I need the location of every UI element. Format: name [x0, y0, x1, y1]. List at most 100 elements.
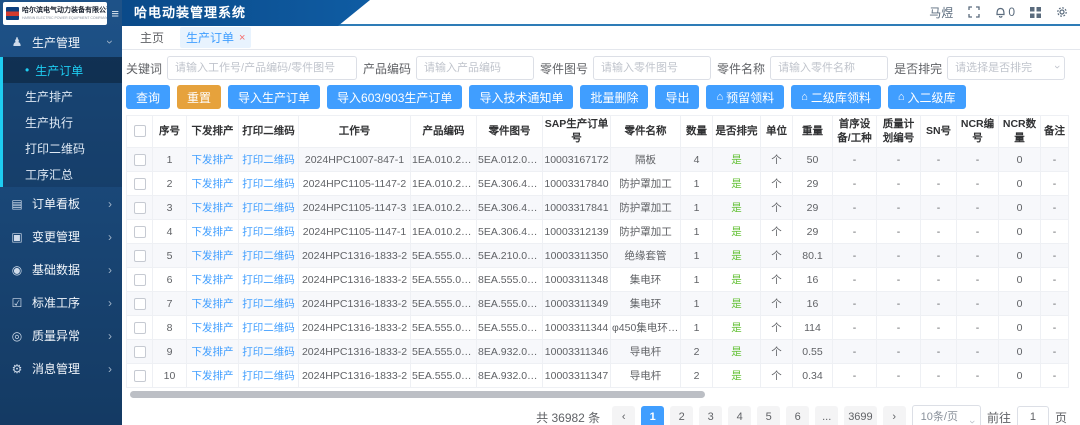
sidebar-item-process-summary[interactable]: • 工序汇总: [3, 161, 122, 187]
qty-cell: 4: [681, 148, 713, 172]
plan-no-cell: -: [877, 220, 921, 244]
sap-order-no-cell: 10003317840: [543, 172, 611, 196]
scrollbar-thumb[interactable]: [130, 391, 705, 398]
part-name-input[interactable]: [770, 56, 888, 80]
sap-order-no-cell: 10003167172: [543, 148, 611, 172]
fullscreen-icon[interactable]: [968, 6, 980, 18]
sidebar-item-print-qrcode[interactable]: • 打印二维码: [3, 135, 122, 161]
dispatch-link[interactable]: 下发排产: [192, 154, 234, 166]
dispatch-link[interactable]: 下发排产: [192, 322, 234, 334]
page-number-button[interactable]: 4: [728, 406, 751, 425]
remark-cell: -: [1041, 292, 1069, 316]
reserve-material-button[interactable]: ⌂ 预留领料: [706, 85, 784, 109]
row-checkbox[interactable]: [134, 154, 146, 166]
sidebar-item-production-scheduling[interactable]: • 生产排产: [3, 83, 122, 109]
sidebar-item-order-board[interactable]: ▤ 订单看板 ›: [0, 187, 122, 220]
dispatch-link[interactable]: 下发排产: [192, 298, 234, 310]
settings-gear-icon[interactable]: [1056, 6, 1068, 18]
secondary-warehouse-pick-button[interactable]: ⌂ 二级库领料: [791, 85, 881, 109]
page-number-button[interactable]: 3699: [844, 406, 876, 425]
sidebar-item-base-data[interactable]: ◉ 基础数据 ›: [0, 253, 122, 286]
dispatch-link[interactable]: 下发排产: [192, 250, 234, 262]
ncr-no-cell: -: [957, 196, 999, 220]
import-tech-notice-button[interactable]: 导入技术通知单: [469, 85, 573, 109]
print-qr-link[interactable]: 打印二维码: [242, 346, 295, 358]
dispatch-link[interactable]: 下发排产: [192, 370, 234, 382]
dispatch-link[interactable]: 下发排产: [192, 178, 234, 190]
sidebar-item-production-mgmt[interactable]: ♟ 生产管理 ›: [0, 27, 122, 57]
print-qr-link[interactable]: 打印二维码: [242, 154, 295, 166]
tab-production-order[interactable]: 生产订单 ×: [180, 27, 251, 48]
batch-delete-button[interactable]: 批量删除: [580, 85, 648, 109]
print-qr-link[interactable]: 打印二维码: [242, 226, 295, 238]
next-page-button[interactable]: ›: [883, 406, 906, 425]
keyword-input[interactable]: [167, 56, 357, 80]
print-qr-link[interactable]: 打印二维码: [242, 178, 295, 190]
print-qr-link[interactable]: 打印二维码: [242, 322, 295, 334]
dispatch-link[interactable]: 下发排产: [192, 346, 234, 358]
dispatch-cell: 下发排产: [187, 244, 239, 268]
goto-page-input[interactable]: [1017, 406, 1049, 425]
row-checkbox[interactable]: [134, 178, 146, 190]
row-checkbox[interactable]: [134, 322, 146, 334]
row-checkbox[interactable]: [134, 250, 146, 262]
notification-bell-icon[interactable]: 0: [995, 5, 1015, 19]
import-production-order-button[interactable]: 导入生产订单: [228, 85, 320, 109]
dispatch-link[interactable]: 下发排产: [192, 226, 234, 238]
row-checkbox[interactable]: [134, 202, 146, 214]
print-qr-link[interactable]: 打印二维码: [242, 202, 295, 214]
scheduled-flag: 是: [731, 178, 742, 190]
row-checkbox[interactable]: [134, 370, 146, 382]
pagination-total: 共 36982 条: [536, 409, 600, 425]
sidebar-item-production-order[interactable]: • 生产订单: [3, 57, 122, 83]
print-qr-link[interactable]: 打印二维码: [242, 250, 295, 262]
orders-table: 序号下发排产打印二维码工作号产品编码零件图号SAP生产订单号零件名称数量是否排完…: [126, 115, 1069, 388]
page-number-button[interactable]: 1: [641, 406, 664, 425]
sidebar-item-quality-exception[interactable]: ◎ 质量异常 ›: [0, 319, 122, 352]
print-qr-link[interactable]: 打印二维码: [242, 274, 295, 286]
import-603-903-order-button[interactable]: 导入603/903生产订单: [327, 85, 462, 109]
scheduled-select[interactable]: [947, 56, 1065, 80]
part-drawing-no-input[interactable]: [593, 56, 711, 80]
select-all-checkbox[interactable]: [134, 125, 146, 137]
scheduled-cell: 是: [713, 268, 761, 292]
apps-grid-icon[interactable]: [1030, 7, 1041, 18]
sidebar-item-message-mgmt[interactable]: ⚙ 消息管理 ›: [0, 352, 122, 385]
top-header: 哈电动装管理系统 马煜 0: [122, 0, 1080, 26]
query-button[interactable]: 查询: [126, 85, 170, 109]
sidebar-item-standard-process[interactable]: ☑ 标准工序 ›: [0, 286, 122, 319]
sn-cell: -: [921, 292, 957, 316]
row-checkbox[interactable]: [134, 274, 146, 286]
sidebar-item-change-mgmt[interactable]: ▣ 变更管理 ›: [0, 220, 122, 253]
page-number-button[interactable]: 3: [699, 406, 722, 425]
row-checkbox[interactable]: [134, 298, 146, 310]
prev-page-button[interactable]: ‹: [612, 406, 635, 425]
menu-collapse-icon[interactable]: ≡: [111, 6, 119, 21]
page-number-button[interactable]: ...: [815, 406, 838, 425]
page-size-select[interactable]: 10条/页 ›: [912, 405, 981, 425]
tab-close-icon[interactable]: ×: [239, 32, 245, 44]
first-equipment-cell: -: [833, 364, 877, 388]
sidebar-item-production-execution[interactable]: • 生产执行: [3, 109, 122, 135]
dispatch-link[interactable]: 下发排产: [192, 274, 234, 286]
page-number-button[interactable]: 2: [670, 406, 693, 425]
page-number-button[interactable]: 6: [786, 406, 809, 425]
scheduled-flag: 是: [731, 322, 742, 334]
print-qr-link[interactable]: 打印二维码: [242, 370, 295, 382]
secondary-warehouse-in-button[interactable]: ⌂ 入二级库: [888, 85, 966, 109]
user-menu[interactable]: 马煜: [929, 4, 953, 21]
page-number-button[interactable]: 5: [757, 406, 780, 425]
remark-cell: -: [1041, 220, 1069, 244]
print-cell: 打印二维码: [239, 172, 299, 196]
export-button[interactable]: 导出: [655, 85, 699, 109]
row-checkbox[interactable]: [134, 226, 146, 238]
reset-button[interactable]: 重置: [177, 85, 221, 109]
print-qr-link[interactable]: 打印二维码: [242, 298, 295, 310]
logo-row: 哈尔滨电气动力装备有限公司 HARBIN ELECTRIC POWER EQUI…: [0, 0, 122, 27]
part-drawing-no-cell: 5EA.306.4887: [477, 196, 543, 220]
product-code-input[interactable]: [416, 56, 534, 80]
dispatch-link[interactable]: 下发排产: [192, 202, 234, 214]
work-no-cell: 2024HPC1316-1833-2: [299, 292, 411, 316]
row-checkbox[interactable]: [134, 346, 146, 358]
tab-home[interactable]: 主页: [134, 27, 170, 48]
